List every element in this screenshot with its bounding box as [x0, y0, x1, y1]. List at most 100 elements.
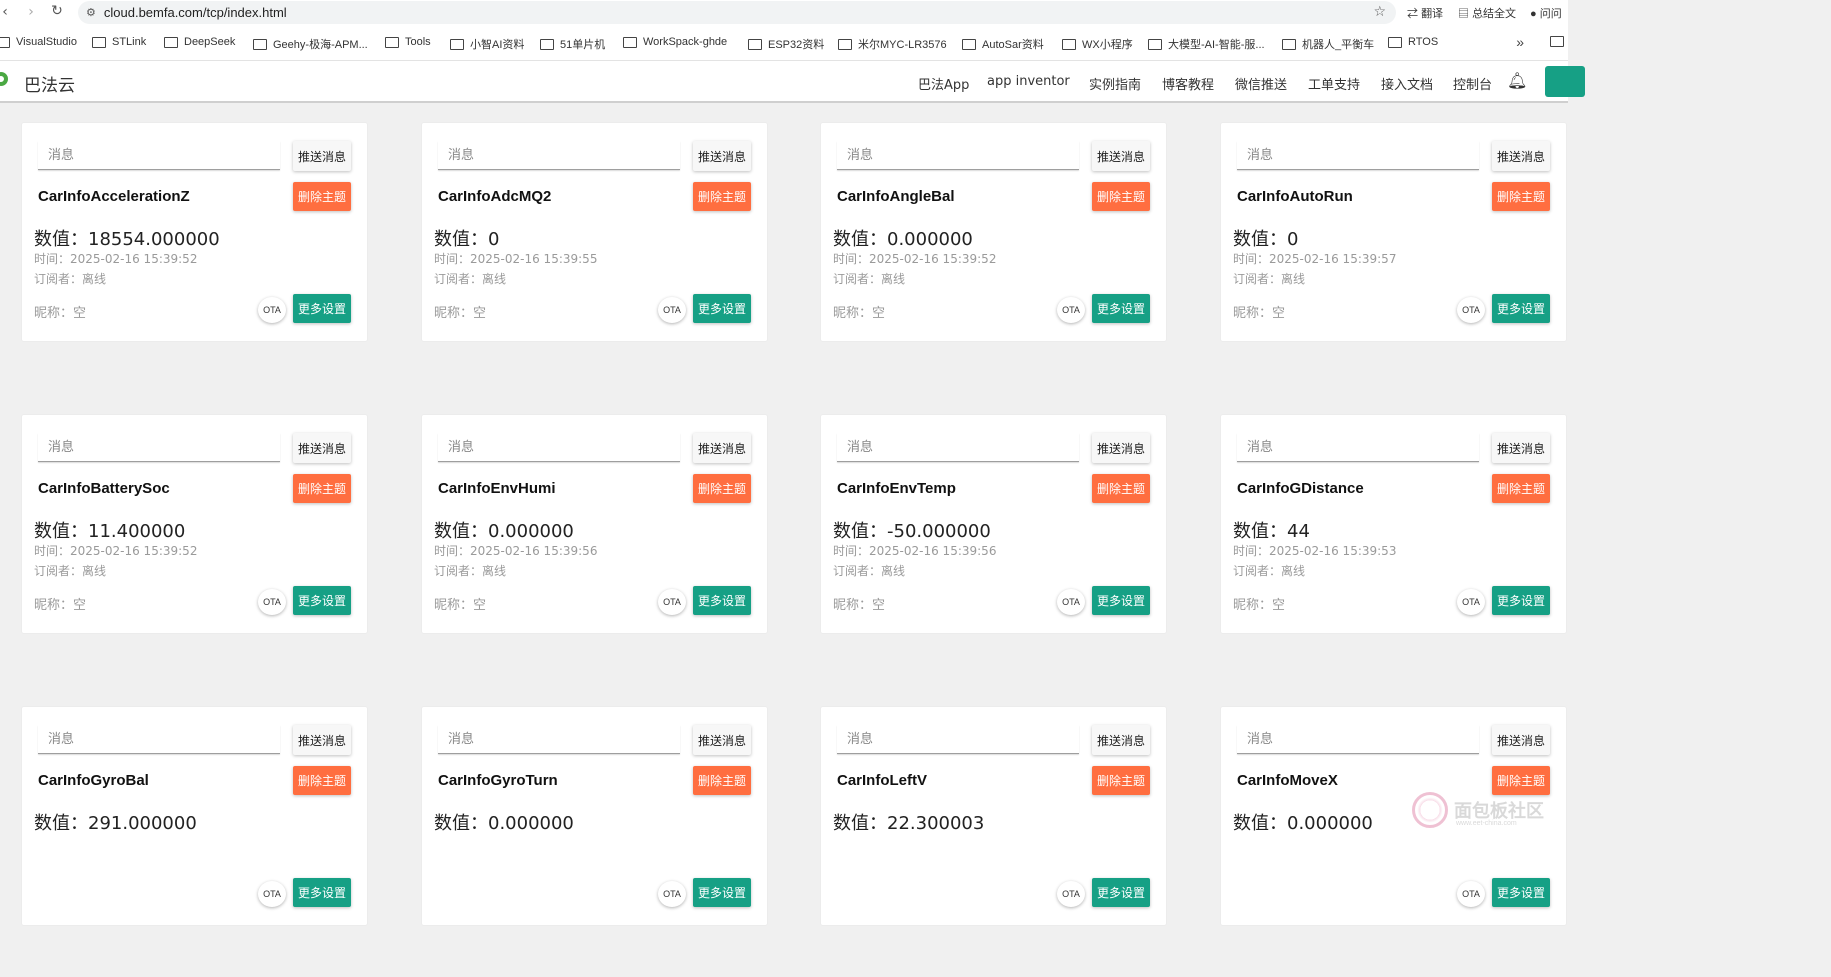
ota-button[interactable]: OTA: [1457, 297, 1485, 323]
bookmark-item[interactable]: 小智AI资料: [450, 36, 524, 52]
nav-app-inventor[interactable]: app inventor: [987, 74, 1070, 89]
bell-icon[interactable]: 🔔︎: [1507, 71, 1527, 90]
nav-docs[interactable]: 接入文档: [1381, 74, 1433, 93]
delete-topic-button[interactable]: 删除主题: [293, 766, 351, 795]
nav-examples[interactable]: 实例指南: [1089, 74, 1141, 93]
delete-topic-button[interactable]: 删除主题: [693, 182, 751, 211]
message-input[interactable]: [38, 141, 280, 170]
delete-topic-button[interactable]: 删除主题: [1092, 766, 1150, 795]
bemfa-logo-icon[interactable]: [0, 72, 8, 86]
more-settings-button[interactable]: 更多设置: [293, 878, 351, 907]
bookmark-item[interactable]: 米尔MYC-LR3576: [838, 36, 947, 52]
message-input[interactable]: [438, 725, 680, 754]
more-settings-button[interactable]: 更多设置: [1092, 878, 1150, 907]
more-settings-button[interactable]: 更多设置: [1492, 586, 1550, 615]
more-settings-button[interactable]: 更多设置: [693, 878, 751, 907]
more-settings-button[interactable]: 更多设置: [693, 586, 751, 615]
url-text[interactable]: cloud.bemfa.com/tcp/index.html: [104, 5, 287, 20]
more-settings-button[interactable]: 更多设置: [693, 294, 751, 323]
summary-extension[interactable]: ▤ 总结全文: [1458, 5, 1516, 21]
other-bookmarks-folder[interactable]: [1550, 36, 1570, 47]
bookmark-item[interactable]: 机器人_平衡车: [1282, 36, 1374, 52]
bookmark-item[interactable]: VisualStudio: [0, 36, 77, 48]
more-settings-button[interactable]: 更多设置: [1492, 294, 1550, 323]
more-settings-button[interactable]: 更多设置: [1092, 294, 1150, 323]
ota-button[interactable]: OTA: [258, 589, 286, 615]
bookmark-item[interactable]: WorkSpack-ghde: [623, 36, 727, 48]
bookmark-label: WX小程序: [1082, 39, 1133, 51]
forward-icon[interactable]: ›: [18, 4, 44, 20]
delete-topic-button[interactable]: 删除主题: [293, 182, 351, 211]
bookmark-item[interactable]: 大模型-AI-智能-服...: [1148, 36, 1265, 52]
push-message-button[interactable]: 推送消息: [693, 433, 751, 463]
bookmark-item[interactable]: RTOS: [1388, 36, 1438, 48]
more-settings-button[interactable]: 更多设置: [1492, 878, 1550, 907]
site-settings-icon[interactable]: ⚙: [86, 6, 96, 19]
ota-button[interactable]: OTA: [258, 297, 286, 323]
user-extension[interactable]: ● 问问: [1530, 5, 1562, 21]
push-message-button[interactable]: 推送消息: [1092, 141, 1150, 171]
address-bar[interactable]: ⚙ cloud.bemfa.com/tcp/index.html: [78, 1, 1396, 24]
ota-button[interactable]: OTA: [1457, 589, 1485, 615]
nav-blog[interactable]: 博客教程: [1162, 74, 1214, 93]
bookmark-item[interactable]: 51单片机: [540, 36, 605, 52]
message-input[interactable]: [438, 141, 680, 170]
delete-topic-button[interactable]: 删除主题: [1492, 182, 1550, 211]
push-message-button[interactable]: 推送消息: [693, 141, 751, 171]
push-message-button[interactable]: 推送消息: [1492, 725, 1550, 755]
more-settings-button[interactable]: 更多设置: [293, 294, 351, 323]
reload-icon[interactable]: ↻: [44, 3, 70, 19]
more-bookmarks-icon[interactable]: »: [1516, 34, 1524, 50]
ota-button[interactable]: OTA: [1457, 881, 1485, 907]
ota-button[interactable]: OTA: [1057, 297, 1085, 323]
nav-bafa-app[interactable]: 巴法App: [918, 74, 969, 93]
nav-console[interactable]: 控制台: [1453, 74, 1492, 93]
bookmark-item[interactable]: WX小程序: [1062, 36, 1133, 52]
back-icon[interactable]: ‹: [0, 4, 18, 20]
message-input[interactable]: [38, 433, 280, 462]
message-input[interactable]: [1237, 141, 1479, 170]
delete-topic-button[interactable]: 删除主题: [693, 766, 751, 795]
header-action-button[interactable]: [1545, 66, 1585, 97]
push-message-button[interactable]: 推送消息: [1492, 141, 1550, 171]
message-input[interactable]: [837, 725, 1079, 754]
delete-topic-button[interactable]: 删除主题: [1092, 474, 1150, 503]
push-message-button[interactable]: 推送消息: [1492, 433, 1550, 463]
bookmark-item[interactable]: Geehy-极海-APM...: [253, 36, 368, 52]
push-message-button[interactable]: 推送消息: [1092, 725, 1150, 755]
bookmark-item[interactable]: ESP32资料: [748, 36, 824, 52]
bookmark-item[interactable]: DeepSeek: [164, 36, 235, 48]
bookmark-item[interactable]: Tools: [385, 36, 431, 48]
ota-button[interactable]: OTA: [258, 881, 286, 907]
push-message-button[interactable]: 推送消息: [293, 141, 351, 171]
delete-topic-button[interactable]: 删除主题: [693, 474, 751, 503]
logo-text[interactable]: 巴法云: [24, 71, 75, 96]
delete-topic-button[interactable]: 删除主题: [1492, 474, 1550, 503]
nav-ticket-support[interactable]: 工单支持: [1308, 74, 1360, 93]
bookmark-item[interactable]: AutoSar资料: [962, 36, 1044, 52]
message-input[interactable]: [1237, 725, 1479, 754]
ota-button[interactable]: OTA: [658, 297, 686, 323]
message-input[interactable]: [38, 725, 280, 754]
ota-button[interactable]: OTA: [658, 881, 686, 907]
nav-wechat-push[interactable]: 微信推送: [1235, 74, 1287, 93]
more-settings-button[interactable]: 更多设置: [1092, 586, 1150, 615]
ota-button[interactable]: OTA: [1057, 881, 1085, 907]
bookmark-item[interactable]: STLink: [92, 36, 146, 48]
ota-button[interactable]: OTA: [1057, 589, 1085, 615]
delete-topic-button[interactable]: 删除主题: [1092, 182, 1150, 211]
message-input[interactable]: [837, 141, 1079, 170]
delete-topic-button[interactable]: 删除主题: [293, 474, 351, 503]
delete-topic-button[interactable]: 删除主题: [1492, 766, 1550, 795]
message-input[interactable]: [1237, 433, 1479, 462]
bookmark-star-icon[interactable]: ☆: [1373, 4, 1386, 20]
ota-button[interactable]: OTA: [658, 589, 686, 615]
push-message-button[interactable]: 推送消息: [693, 725, 751, 755]
push-message-button[interactable]: 推送消息: [293, 725, 351, 755]
message-input[interactable]: [438, 433, 680, 462]
push-message-button[interactable]: 推送消息: [1092, 433, 1150, 463]
push-message-button[interactable]: 推送消息: [293, 433, 351, 463]
message-input[interactable]: [837, 433, 1079, 462]
translate-extension[interactable]: ⇄ 翻译: [1407, 5, 1443, 21]
more-settings-button[interactable]: 更多设置: [293, 586, 351, 615]
